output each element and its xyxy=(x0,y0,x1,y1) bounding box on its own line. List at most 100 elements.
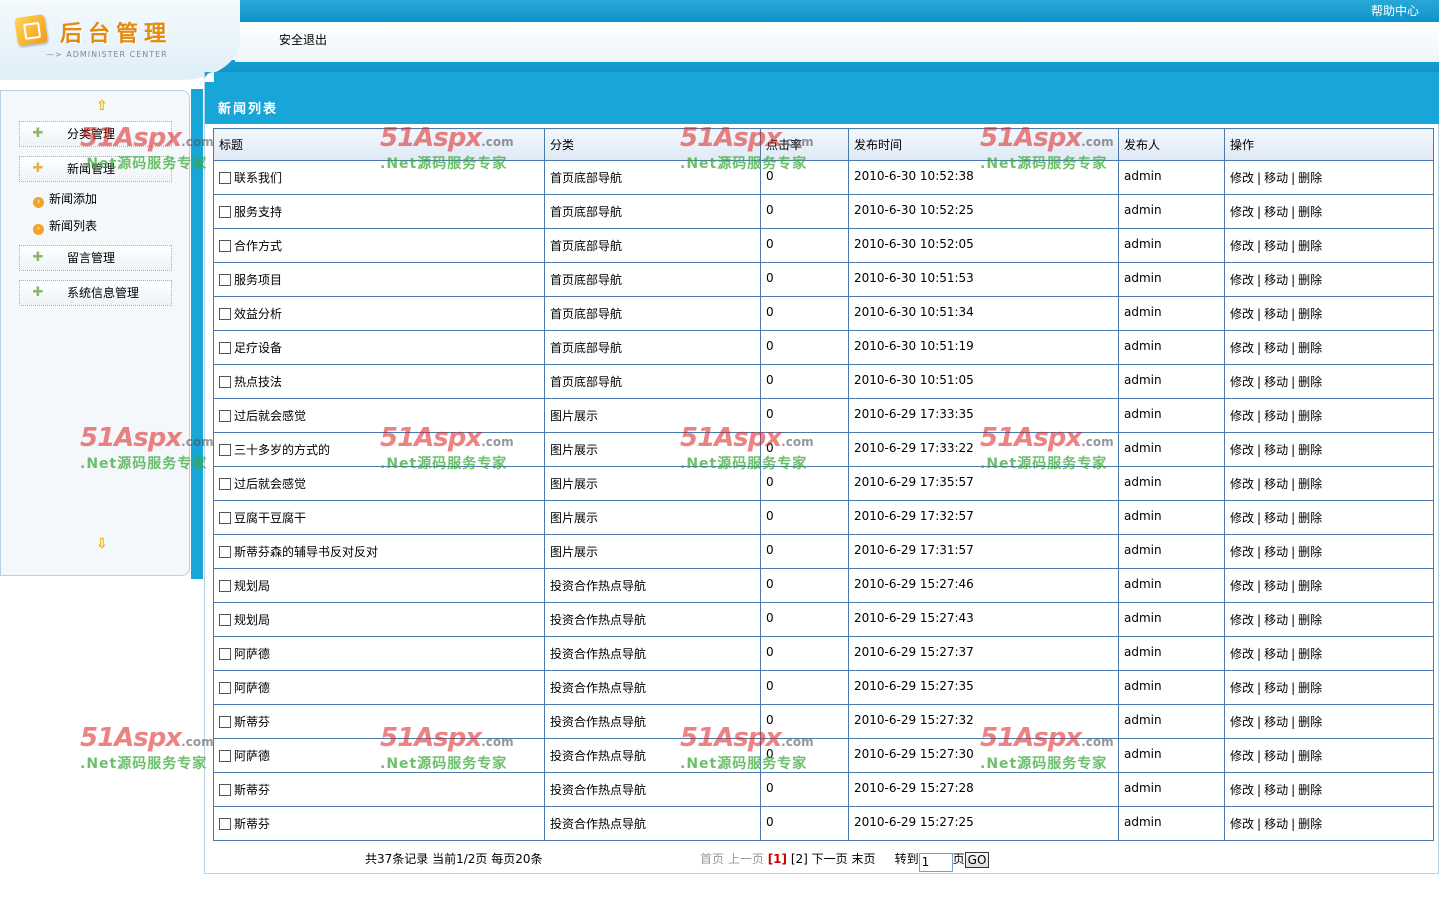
move-link[interactable]: 移动 xyxy=(1264,783,1288,797)
logout-link[interactable]: 安全退出 xyxy=(279,31,327,48)
delete-link[interactable]: 删除 xyxy=(1298,681,1322,695)
row-checkbox[interactable] xyxy=(219,512,231,524)
delete-link[interactable]: 删除 xyxy=(1298,409,1322,423)
edit-link[interactable]: 修改 xyxy=(1230,579,1254,593)
row-checkbox[interactable] xyxy=(219,308,231,320)
move-link[interactable]: 移动 xyxy=(1264,749,1288,763)
row-checkbox[interactable] xyxy=(219,784,231,796)
edit-link[interactable]: 修改 xyxy=(1230,307,1254,321)
sidebar-item-category[interactable]: ✚ 分类管理 xyxy=(19,121,172,147)
move-link[interactable]: 移动 xyxy=(1264,443,1288,457)
delete-link[interactable]: 删除 xyxy=(1298,477,1322,491)
delete-link[interactable]: 删除 xyxy=(1298,715,1322,729)
column-header-author[interactable]: 发布人 xyxy=(1118,128,1225,161)
help-link[interactable]: 帮助中心 xyxy=(1371,2,1419,19)
row-checkbox[interactable] xyxy=(219,376,231,388)
move-link[interactable]: 移动 xyxy=(1264,375,1288,389)
delete-link[interactable]: 删除 xyxy=(1298,171,1322,185)
row-checkbox[interactable] xyxy=(219,478,231,490)
move-link[interactable]: 移动 xyxy=(1264,477,1288,491)
edit-link[interactable]: 修改 xyxy=(1230,477,1254,491)
edit-link[interactable]: 修改 xyxy=(1230,715,1254,729)
edit-link[interactable]: 修改 xyxy=(1230,171,1254,185)
row-checkbox[interactable] xyxy=(219,342,231,354)
delete-link[interactable]: 删除 xyxy=(1298,375,1322,389)
move-link[interactable]: 移动 xyxy=(1264,205,1288,219)
sidebar-item-news[interactable]: ✚ 新闻管理 xyxy=(19,156,172,182)
delete-link[interactable]: 删除 xyxy=(1298,341,1322,355)
delete-link[interactable]: 删除 xyxy=(1298,273,1322,287)
sidebar-item-system-info[interactable]: ✚ 系统信息管理 xyxy=(19,280,172,306)
delete-link[interactable]: 删除 xyxy=(1298,443,1322,457)
edit-link[interactable]: 修改 xyxy=(1230,409,1254,423)
delete-link[interactable]: 删除 xyxy=(1298,613,1322,627)
move-link[interactable]: 移动 xyxy=(1264,409,1288,423)
move-link[interactable]: 移动 xyxy=(1264,681,1288,695)
row-checkbox[interactable] xyxy=(219,172,231,184)
edit-link[interactable]: 修改 xyxy=(1230,613,1254,627)
move-link[interactable]: 移动 xyxy=(1264,511,1288,525)
row-checkbox[interactable] xyxy=(219,716,231,728)
last-page-link[interactable]: 末页 xyxy=(852,852,876,866)
row-checkbox[interactable] xyxy=(219,240,231,252)
column-header-publish-time[interactable]: 发布时间 xyxy=(848,128,1119,161)
prev-page-link[interactable]: 上一页 xyxy=(728,852,764,866)
edit-link[interactable]: 修改 xyxy=(1230,817,1254,831)
edit-link[interactable]: 修改 xyxy=(1230,681,1254,695)
edit-link[interactable]: 修改 xyxy=(1230,239,1254,253)
move-link[interactable]: 移动 xyxy=(1264,817,1288,831)
delete-link[interactable]: 删除 xyxy=(1298,239,1322,253)
sidebar-subitem-news-list[interactable]: › 新闻列表 xyxy=(33,217,97,235)
jump-page-input[interactable] xyxy=(918,852,953,872)
delete-link[interactable]: 删除 xyxy=(1298,205,1322,219)
scroll-down-arrow-icon[interactable]: ⇩ xyxy=(95,537,109,551)
move-link[interactable]: 移动 xyxy=(1264,715,1288,729)
row-checkbox[interactable] xyxy=(219,274,231,286)
delete-link[interactable]: 删除 xyxy=(1298,817,1322,831)
row-checkbox[interactable] xyxy=(219,546,231,558)
edit-link[interactable]: 修改 xyxy=(1230,647,1254,661)
sidebar-subitem-news-add[interactable]: › 新闻添加 xyxy=(33,190,97,208)
move-link[interactable]: 移动 xyxy=(1264,341,1288,355)
page-2-link[interactable]: [2] xyxy=(791,852,808,866)
delete-link[interactable]: 删除 xyxy=(1298,783,1322,797)
go-button[interactable]: GO xyxy=(964,852,990,868)
delete-link[interactable]: 删除 xyxy=(1298,307,1322,321)
edit-link[interactable]: 修改 xyxy=(1230,273,1254,287)
edit-link[interactable]: 修改 xyxy=(1230,783,1254,797)
row-checkbox[interactable] xyxy=(219,648,231,660)
delete-link[interactable]: 删除 xyxy=(1298,579,1322,593)
row-checkbox[interactable] xyxy=(219,818,231,830)
edit-link[interactable]: 修改 xyxy=(1230,375,1254,389)
row-checkbox[interactable] xyxy=(219,580,231,592)
edit-link[interactable]: 修改 xyxy=(1230,511,1254,525)
sidebar-item-messages[interactable]: ✚ 留言管理 xyxy=(19,245,172,271)
edit-link[interactable]: 修改 xyxy=(1230,749,1254,763)
row-checkbox[interactable] xyxy=(219,750,231,762)
move-link[interactable]: 移动 xyxy=(1264,171,1288,185)
delete-link[interactable]: 删除 xyxy=(1298,511,1322,525)
move-link[interactable]: 移动 xyxy=(1264,273,1288,287)
row-checkbox[interactable] xyxy=(219,614,231,626)
edit-link[interactable]: 修改 xyxy=(1230,545,1254,559)
move-link[interactable]: 移动 xyxy=(1264,647,1288,661)
delete-link[interactable]: 删除 xyxy=(1298,545,1322,559)
edit-link[interactable]: 修改 xyxy=(1230,205,1254,219)
row-checkbox[interactable] xyxy=(219,206,231,218)
column-header-category[interactable]: 分类 xyxy=(544,128,761,161)
edit-link[interactable]: 修改 xyxy=(1230,443,1254,457)
column-header-title[interactable]: 标题 xyxy=(213,128,545,161)
next-page-link[interactable]: 下一页 xyxy=(812,852,848,866)
row-checkbox[interactable] xyxy=(219,410,231,422)
scroll-up-arrow-icon[interactable]: ⇧ xyxy=(95,99,109,113)
move-link[interactable]: 移动 xyxy=(1264,613,1288,627)
edit-link[interactable]: 修改 xyxy=(1230,341,1254,355)
column-header-clicks[interactable]: 点击率 xyxy=(760,128,849,161)
delete-link[interactable]: 删除 xyxy=(1298,749,1322,763)
move-link[interactable]: 移动 xyxy=(1264,239,1288,253)
row-checkbox[interactable] xyxy=(219,682,231,694)
move-link[interactable]: 移动 xyxy=(1264,579,1288,593)
move-link[interactable]: 移动 xyxy=(1264,307,1288,321)
delete-link[interactable]: 删除 xyxy=(1298,647,1322,661)
move-link[interactable]: 移动 xyxy=(1264,545,1288,559)
